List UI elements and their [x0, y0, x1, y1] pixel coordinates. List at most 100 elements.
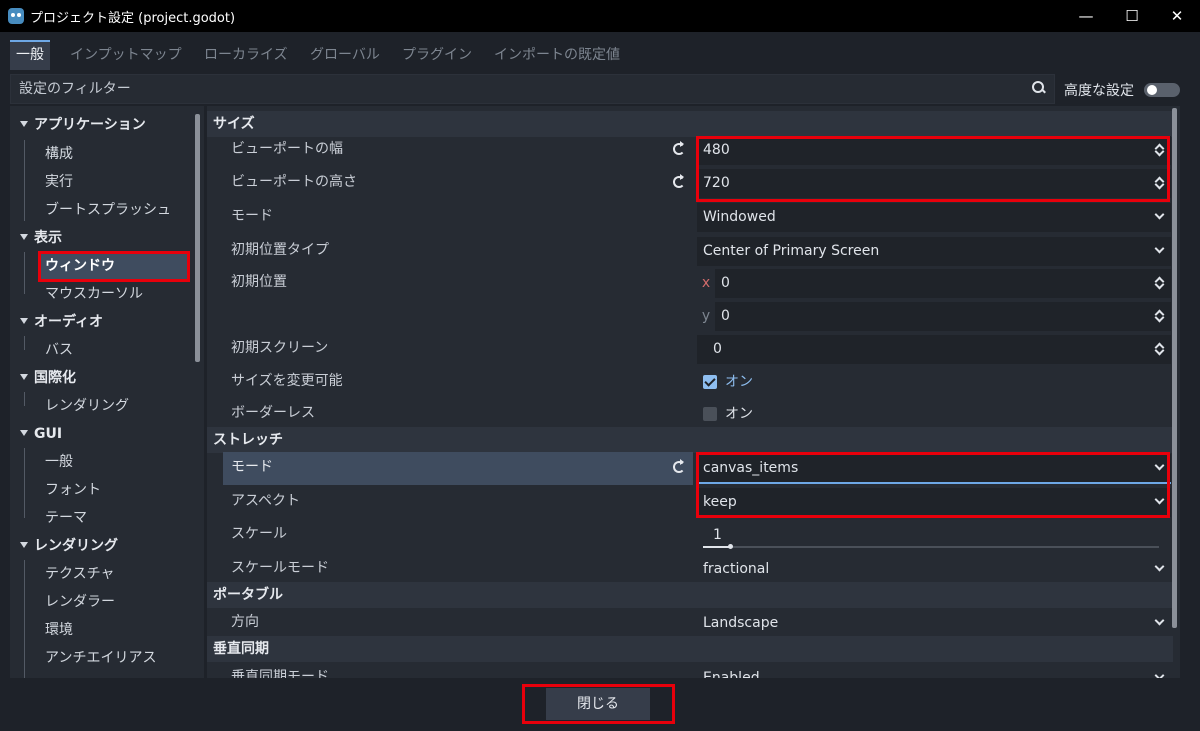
tab-globals[interactable]: グローバル — [304, 40, 386, 70]
settings-filter-input[interactable]: 設定のフィルター — [19, 75, 131, 103]
tab-import-defaults[interactable]: インポートの既定値 — [488, 40, 626, 70]
prop-aspect: アスペクト keep — [207, 486, 1173, 519]
chevron-down-icon[interactable] — [1154, 460, 1165, 471]
minimize-button[interactable]: — — [1063, 0, 1109, 32]
prop-initial-position-type: 初期位置タイプ Center of Primary Screen — [207, 235, 1173, 268]
tree-category-internationalization[interactable]: 国際化 — [10, 365, 76, 391]
prop-label: アスペクト — [231, 493, 301, 509]
prop-viewport-height: ビューポートの高さ 720 — [207, 167, 1173, 200]
tree-item-mouse-cursor[interactable]: マウスカーソル — [45, 281, 143, 307]
spin-arrows-icon[interactable] — [1155, 309, 1163, 323]
prop-scale: スケール 1 — [207, 519, 1173, 552]
maximize-button[interactable]: ☐ — [1109, 0, 1155, 32]
chevron-down-icon[interactable] — [1154, 209, 1165, 220]
advanced-settings-label: 高度な設定 — [1064, 83, 1134, 99]
prop-label: モード — [223, 452, 693, 485]
tab-localization[interactable]: ローカライズ — [198, 40, 294, 70]
prop-stretch-mode: モード canvas_items — [207, 452, 1173, 485]
resizable-checkbox[interactable]: オン — [697, 368, 1171, 397]
scale-slider[interactable] — [703, 544, 1159, 549]
prop-initial-position: 初期位置 x0 — [207, 267, 1173, 300]
slider-fill — [703, 546, 731, 548]
chevron-down-icon[interactable] — [1154, 561, 1165, 572]
inspector-scrollbar[interactable] — [1172, 108, 1177, 628]
initial-screen-spinbox[interactable]: 0 — [697, 335, 1171, 364]
prop-resizable: サイズを変更可能 オン — [207, 366, 1173, 399]
tree-scrollbar[interactable] — [195, 114, 200, 362]
orientation-dropdown[interactable]: Landscape — [697, 609, 1171, 638]
tree-item-environment[interactable]: 環境 — [45, 617, 73, 643]
reset-icon[interactable] — [673, 459, 685, 473]
tab-plugins[interactable]: プラグイン — [396, 40, 478, 70]
spin-arrows-icon[interactable] — [1155, 143, 1163, 157]
window-title: プロジェクト設定 (project.godot) — [30, 10, 236, 26]
close-button[interactable]: 閉じる — [546, 688, 650, 720]
tab-bar: 一般 インプットマップ ローカライズ グローバル プラグイン インポートの既定値 — [0, 32, 1200, 74]
checkbox-unchecked-icon[interactable] — [703, 407, 717, 421]
spin-arrows-icon[interactable] — [1155, 342, 1163, 356]
chevron-down-icon — [20, 374, 28, 380]
tree-item-i18n-rendering[interactable]: レンダリング — [45, 393, 129, 419]
chevron-down-icon — [20, 121, 28, 127]
focus-underline — [697, 482, 1171, 484]
chevron-down-icon[interactable] — [1154, 670, 1165, 678]
tree-item-anti-aliasing[interactable]: アンチエイリアス — [45, 645, 156, 671]
close-window-button[interactable]: ✕ — [1154, 0, 1200, 32]
stretch-mode-dropdown[interactable]: canvas_items — [697, 454, 1171, 483]
chevron-down-icon — [20, 542, 28, 548]
settings-category-tree: アプリケーション 構成 実行 ブートスプラッシュ 表示 ウィンドウ マウスカーソ… — [10, 106, 204, 678]
tree-item-fonts[interactable]: フォント — [45, 477, 101, 503]
tree-category-application[interactable]: アプリケーション — [10, 112, 146, 138]
initial-position-y-spinbox[interactable]: y0 — [697, 302, 1171, 331]
initial-position-x-spinbox[interactable]: x0 — [697, 269, 1171, 298]
prop-initial-position-y: y0 — [207, 300, 1173, 333]
prop-vsync-mode: 垂直同期モード Enabled — [207, 662, 1173, 678]
advanced-settings-toggle[interactable] — [1144, 83, 1180, 97]
chevron-down-icon[interactable] — [1154, 615, 1165, 626]
axis-y-label: y — [697, 302, 715, 331]
aspect-dropdown[interactable]: keep — [697, 488, 1171, 517]
section-stretch: ストレッチ — [207, 427, 1173, 453]
tree-item-window[interactable]: ウィンドウ — [40, 253, 190, 279]
tree-item-renderer[interactable]: レンダラー — [45, 589, 115, 615]
chevron-down-icon — [20, 318, 28, 324]
tree-item-textures[interactable]: テクスチャ — [45, 561, 114, 587]
tab-general[interactable]: 一般 — [10, 40, 50, 70]
tree-item-config[interactable]: 構成 — [45, 141, 73, 167]
tree-item-bus[interactable]: バス — [45, 337, 73, 363]
chevron-down-icon[interactable] — [1154, 494, 1165, 505]
prop-label: サイズを変更可能 — [231, 373, 343, 389]
scale-mode-dropdown[interactable]: fractional — [697, 555, 1171, 584]
tree-category-audio[interactable]: オーディオ — [10, 309, 103, 335]
borderless-checkbox[interactable]: オン — [697, 400, 1171, 429]
chevron-down-icon[interactable] — [1154, 243, 1165, 254]
prop-label: ビューポートの高さ — [231, 174, 357, 190]
spin-arrows-icon[interactable] — [1155, 176, 1163, 190]
godot-logo-icon — [8, 8, 24, 24]
reset-icon[interactable] — [673, 174, 685, 188]
checkbox-checked-icon[interactable] — [703, 375, 717, 389]
reset-icon[interactable] — [673, 141, 685, 155]
window-mode-dropdown[interactable]: Windowed — [697, 203, 1171, 232]
inspector-panel: サイズ ビューポートの幅 480 ビューポートの高さ 720 モード Windo… — [207, 106, 1180, 678]
tree-item-theme[interactable]: テーマ — [45, 505, 87, 531]
settings-filter-field[interactable]: 設定のフィルター — [10, 74, 1055, 104]
tree-category-gui[interactable]: GUI — [10, 421, 62, 447]
viewport-height-spinbox[interactable]: 720 — [697, 169, 1171, 198]
tree-item-run[interactable]: 実行 — [45, 169, 73, 195]
prop-label: 垂直同期モード — [231, 669, 329, 678]
tree-item-boot-splash[interactable]: ブートスプラッシュ — [45, 197, 171, 223]
prop-label: 初期位置タイプ — [231, 242, 329, 258]
tab-input-map[interactable]: インプットマップ — [64, 40, 188, 70]
tree-category-display[interactable]: 表示 — [10, 225, 62, 251]
initial-position-type-dropdown[interactable]: Center of Primary Screen — [697, 237, 1171, 266]
prop-viewport-width: ビューポートの幅 480 — [207, 134, 1173, 167]
spin-arrows-icon[interactable] — [1155, 276, 1163, 290]
tree-category-rendering[interactable]: レンダリング — [10, 533, 118, 559]
tree-item-gui-common[interactable]: 一般 — [45, 449, 73, 475]
viewport-width-spinbox[interactable]: 480 — [697, 136, 1171, 165]
prop-label: モード — [231, 208, 273, 224]
prop-initial-screen: 初期スクリーン 0 — [207, 333, 1173, 366]
prop-label: 初期位置 — [231, 274, 287, 290]
vsync-mode-dropdown[interactable]: Enabled — [697, 664, 1171, 678]
